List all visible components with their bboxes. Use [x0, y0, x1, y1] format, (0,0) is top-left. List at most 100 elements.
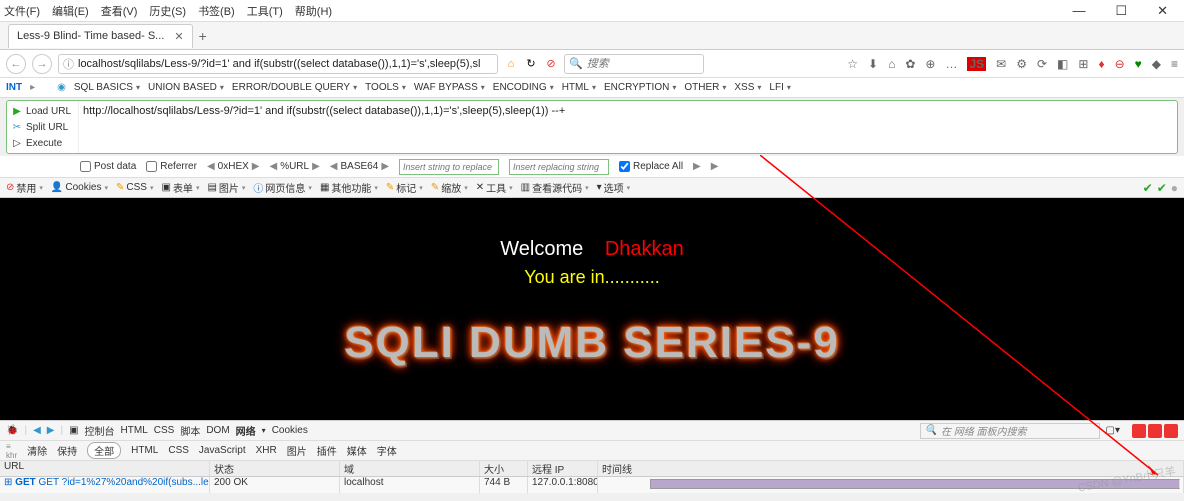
replace-go[interactable]: ▶ — [693, 161, 701, 172]
star-icon[interactable]: ☆ — [847, 57, 858, 71]
menu-view[interactable]: 查看(V) — [101, 3, 138, 19]
b64-chip[interactable]: ◀BASE64▶ — [330, 161, 389, 172]
resize-menu[interactable]: ✎缩放 — [431, 180, 468, 195]
window-maximize[interactable]: ☐ — [1115, 3, 1127, 19]
window-close[interactable]: ✕ — [1157, 3, 1168, 19]
postdata-checkbox[interactable]: Post data — [80, 161, 136, 172]
replace-go2[interactable]: ▶ — [711, 161, 719, 172]
addr-input[interactable] — [121, 58, 497, 70]
split-icon[interactable]: ◧ — [1057, 57, 1068, 71]
noscript-icon[interactable]: ⊘ — [544, 57, 558, 71]
filter-media[interactable]: 媒体 — [347, 443, 367, 458]
network-row[interactable]: ⊞ GET GET ?id=1%27%20and%20if(subs...lee… — [0, 477, 1184, 493]
col-ip[interactable]: 远程 IP — [528, 461, 598, 476]
col-status[interactable]: 状态 — [210, 461, 340, 476]
css-menu[interactable]: ✎CSS — [116, 182, 153, 193]
menu-history[interactable]: 历史(S) — [149, 3, 186, 19]
execute-button[interactable]: ▷Execute — [11, 138, 74, 149]
dev-next[interactable]: ▶ — [47, 425, 55, 436]
diamond2-icon[interactable]: ◆ — [1152, 57, 1161, 71]
menu-edit[interactable]: 编辑(E) — [52, 3, 89, 19]
more-icon[interactable]: … — [945, 57, 957, 71]
refresh-icon[interactable]: ⟳ — [1037, 57, 1047, 71]
reload-icon[interactable]: ↻ — [524, 57, 538, 71]
hb-int[interactable]: INT — [6, 82, 22, 93]
shield-icon[interactable]: ♥ — [1135, 57, 1142, 71]
dev-search[interactable]: 🔍在 网络 面板内搜索 — [920, 423, 1100, 439]
dev-tab-css[interactable]: CSS — [154, 425, 175, 436]
dev-pop[interactable] — [1148, 424, 1162, 438]
plus-icon[interactable]: ⊕ — [925, 57, 935, 71]
hb-tools[interactable]: TOOLS — [365, 82, 406, 93]
insert-string-input[interactable] — [399, 159, 499, 175]
menu-help[interactable]: 帮助(H) — [295, 3, 332, 19]
address-bar[interactable]: ⓘ localhost — [58, 54, 498, 74]
menu-tools[interactable]: 工具(T) — [247, 3, 283, 19]
new-tab-button[interactable]: + — [199, 28, 207, 44]
dev-prev[interactable]: ◀ — [33, 425, 41, 436]
dev-tab-cookies[interactable]: Cookies — [272, 425, 308, 436]
hb-html[interactable]: HTML — [562, 82, 596, 93]
outline-menu[interactable]: ✎标记 — [386, 180, 423, 195]
dev-tab-dom[interactable]: DOM — [206, 425, 229, 436]
insert-replace-input[interactable] — [509, 159, 609, 175]
hb-encoding[interactable]: ENCODING — [493, 82, 554, 93]
search-box[interactable]: 🔍 — [564, 54, 704, 74]
home2-icon[interactable]: ⌂ — [888, 57, 895, 71]
dev-tab-console[interactable]: 控制台 — [85, 423, 115, 438]
hb-lfi[interactable]: LFI — [769, 82, 790, 93]
pageinfo-menu[interactable]: ⓘ网页信息 — [253, 180, 312, 195]
hb-union[interactable]: UNION BASED — [148, 82, 224, 93]
col-timeline[interactable]: 时间线 — [598, 461, 1184, 476]
dev-tab-network[interactable]: 网络 — [236, 423, 256, 438]
disable-menu[interactable]: ⊘禁用 — [6, 180, 43, 195]
tools-menu[interactable]: ✕工具 — [476, 180, 513, 195]
images-menu[interactable]: ▤图片 — [207, 180, 245, 195]
downloads-icon[interactable]: ⬇ — [868, 57, 878, 71]
mail-icon[interactable]: ✉ — [996, 57, 1006, 71]
gear-icon[interactable]: ⚙ — [1016, 57, 1027, 71]
dev-tab-html[interactable]: HTML — [121, 425, 148, 436]
keep-button[interactable]: 保持 — [57, 443, 77, 458]
misc-menu[interactable]: ▦其他功能 — [320, 180, 378, 195]
col-domain[interactable]: 域 — [340, 461, 480, 476]
hb-waf[interactable]: WAF BYPASS — [414, 82, 485, 93]
menu-file[interactable]: 文件(F) — [4, 3, 40, 19]
clear-button[interactable]: 清除 — [27, 443, 47, 458]
filter-img[interactable]: 图片 — [287, 443, 307, 458]
back-button[interactable]: ← — [6, 54, 26, 74]
dev-min[interactable] — [1132, 424, 1146, 438]
window-minimize[interactable]: — — [1072, 3, 1085, 19]
hb-error[interactable]: ERROR/DOUBLE QUERY — [232, 82, 357, 93]
filter-plugin[interactable]: 插件 — [317, 443, 337, 458]
dev-close[interactable] — [1164, 424, 1178, 438]
forms-menu[interactable]: ▣表单 — [161, 180, 199, 195]
hex-chip[interactable]: ◀0xHEX▶ — [207, 161, 260, 172]
diamond-icon[interactable]: ♦ — [1098, 57, 1104, 71]
col-url[interactable]: URL — [0, 461, 210, 476]
grid-icon[interactable]: ⊞ — [1078, 57, 1088, 71]
replaceall-checkbox[interactable]: Replace All — [619, 161, 683, 172]
hb-sqlbasics[interactable]: SQL BASICS — [74, 82, 140, 93]
load-url-button[interactable]: ▶Load URL — [11, 106, 74, 117]
split-url-button[interactable]: ✂Split URL — [11, 122, 74, 133]
hb-encryption[interactable]: ENCRYPTION — [604, 82, 676, 93]
url-chip[interactable]: ◀%URL▶ — [269, 161, 319, 172]
home-icon[interactable]: ⌂ — [504, 57, 518, 71]
menu-bookmarks[interactable]: 书签(B) — [198, 3, 235, 19]
dev-tab-script[interactable]: 脚本 — [180, 423, 200, 438]
addon-icon[interactable]: ✿ — [905, 57, 915, 71]
filter-xhr[interactable]: XHR — [256, 445, 277, 456]
dev-inspect-icon[interactable]: ▣ — [69, 425, 78, 436]
hb-other[interactable]: OTHER — [684, 82, 726, 93]
dev-dd[interactable]: ▢▾ — [1106, 425, 1120, 436]
khr-icon[interactable]: ≡khr — [6, 442, 17, 460]
filter-all[interactable]: 全部 — [87, 442, 121, 459]
filter-css[interactable]: CSS — [168, 445, 189, 456]
hb-xss[interactable]: XSS — [734, 82, 761, 93]
col-size[interactable]: 大小 — [480, 461, 528, 476]
filter-js[interactable]: JavaScript — [199, 445, 246, 456]
js-icon[interactable]: JS — [967, 57, 986, 71]
browser-tab[interactable]: Less-9 Blind- Time based- S... ✕ — [8, 24, 193, 48]
options-menu[interactable]: ▾选项 — [597, 180, 631, 195]
